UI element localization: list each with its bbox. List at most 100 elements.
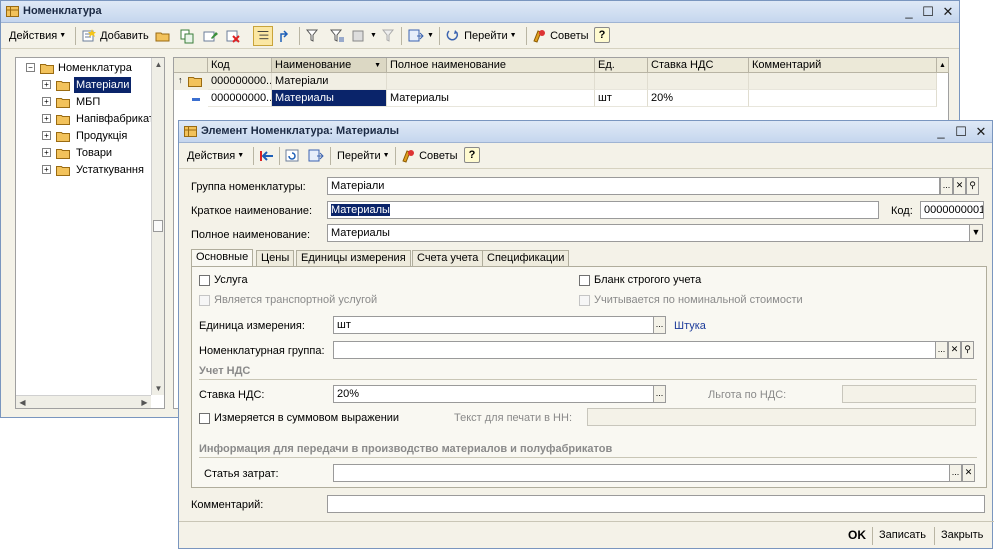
scroll-right-icon[interactable]: ▶ [138,398,151,407]
structure-icon[interactable] [308,148,324,164]
main-window-title: Номенклатура [23,5,102,17]
help-button[interactable]: ? [594,27,610,43]
minimize-button[interactable]: _ [933,124,949,140]
tab-units[interactable]: Единицы измерения [296,250,411,266]
actions-menu[interactable]: Действия ▼ [187,147,244,165]
select-button[interactable]: ... [653,316,666,334]
tree-vertical-scrollbar[interactable]: ▲ ▼ [151,58,164,395]
unit-field[interactable]: шт [333,316,654,334]
item-icon [192,98,200,101]
filter-list-icon[interactable] [351,28,367,44]
column-header[interactable]: Полное наименование [387,58,595,73]
goto-menu[interactable]: Перейти ▼ [337,147,390,165]
column-header[interactable]: Ставка НДС [648,58,749,73]
vat-benefit-label: Льгота по НДС: [708,389,787,401]
folder-icon [56,149,70,159]
help-button[interactable]: ? [464,147,480,163]
tips-button[interactable]: Советы [531,27,589,45]
close-button[interactable]: ✕ [973,124,989,140]
vat-rate-field[interactable]: 20% [333,385,654,403]
table-row[interactable]: ↑ 000000000... Матеріали [174,73,937,90]
clear-icon[interactable]: ✕ [953,177,966,195]
actions-menu[interactable]: Действия ▼ [9,27,66,45]
close-form-button[interactable]: Закрыть [941,527,983,543]
service-checkbox[interactable] [199,275,210,286]
select-button[interactable]: ... [935,341,948,359]
refresh-icon[interactable] [285,148,301,164]
select-button[interactable]: ... [940,177,953,195]
hierarchy-icon[interactable] [253,26,273,46]
element-window-title: Элемент Номенклатура: Материалы [201,125,399,137]
tab-prices[interactable]: Цены [256,250,295,266]
unit-full-name-link[interactable]: Штука [674,319,706,333]
close-button[interactable]: ✕ [940,4,956,20]
group-field[interactable]: Матеріали [327,177,940,195]
scroll-down-icon[interactable]: ▼ [152,384,165,393]
cost-item-field[interactable] [333,464,950,482]
tab-panel: Услуга Является транспортной услугой Бла… [191,266,987,488]
scroll-up-icon[interactable]: ▲ [152,60,165,69]
scroll-thumb[interactable] [153,220,163,232]
nominal-cost-label: Учитывается по номинальной стоимости [594,294,803,306]
save-button[interactable]: Записать [879,527,926,543]
column-header[interactable]: Наименование ▼ [272,58,387,73]
add-folder-icon[interactable] [155,28,171,44]
group-tree[interactable]: − Номенклатура + Матеріали + МБП + Напів… [15,57,165,409]
unit-label: Единица измерения: [199,320,305,332]
vat-benefit-field[interactable] [842,385,976,403]
strict-form-label: Бланк строгого учета [594,274,702,286]
select-button[interactable]: ... [653,385,666,403]
save-and-close-icon[interactable] [259,148,275,164]
minimize-button[interactable]: _ [901,4,917,20]
clear-icon[interactable]: ✕ [948,341,961,359]
open-icon[interactable]: ⚲ [961,341,974,359]
edit-icon[interactable] [202,28,218,44]
strict-form-checkbox[interactable] [579,275,590,286]
table-row[interactable]: 000000000... Материалы Материалы шт 20% [174,90,937,107]
filter-icon[interactable] [305,28,321,44]
select-button[interactable]: ... [949,464,962,482]
sum-measure-checkbox[interactable] [199,413,210,424]
short-name-field[interactable]: Материалы [327,201,879,219]
transport-checkbox[interactable] [199,295,210,306]
maximize-button[interactable]: ☐ [953,124,969,140]
clear-filter-icon[interactable] [381,28,397,44]
nominal-cost-checkbox[interactable] [579,295,590,306]
tab-specs[interactable]: Спецификации [482,250,570,266]
scroll-up-icon[interactable]: ▲ [937,58,949,73]
tab-main[interactable]: Основные [191,249,254,267]
ok-button[interactable]: OK [848,527,866,543]
open-icon[interactable]: ⚲ [966,177,979,195]
column-header[interactable]: Ед. [595,58,648,73]
tree-horizontal-scrollbar[interactable]: ◀ ▶ [16,395,151,408]
filter-value-icon[interactable] [329,28,345,44]
tree-item[interactable]: + Напівфабрикати [42,111,152,127]
tab-accounts[interactable]: Счета учета [412,250,484,266]
tips-button[interactable]: Советы [400,147,458,165]
delete-icon[interactable] [225,28,241,44]
element-window: Элемент Номенклатура: Материалы _ ☐ ✕ Де… [178,120,994,549]
folder-icon [40,64,54,74]
folder-icon [56,132,70,142]
structure-icon[interactable] [408,28,424,44]
add-button[interactable]: Добавить [81,27,149,45]
goto-menu[interactable]: Перейти ▼ [445,27,517,45]
level-up-icon[interactable] [277,28,293,44]
nomenclature-group-field[interactable] [333,341,936,359]
nomenclature-group-label: Номенклатурная группа: [199,345,325,357]
column-header[interactable]: Комментарий [749,58,937,73]
print-text-label: Текст для печати в НН: [454,412,572,424]
clear-icon[interactable]: ✕ [962,464,975,482]
code-field[interactable]: 0000000001 [920,201,984,219]
chevron-down-icon[interactable]: ▼ [969,224,983,242]
column-header[interactable]: Код [208,58,272,73]
folder-icon [188,77,202,87]
short-name-label: Краткое наименование: [191,205,313,217]
comment-field[interactable] [327,495,985,513]
full-name-field[interactable]: Материалы [327,224,971,242]
maximize-button[interactable]: ☐ [920,4,936,20]
scroll-left-icon[interactable]: ◀ [16,398,29,407]
print-text-field[interactable] [587,408,976,426]
copy-icon[interactable] [179,28,195,44]
vat-rate-label: Ставка НДС: [199,389,265,401]
